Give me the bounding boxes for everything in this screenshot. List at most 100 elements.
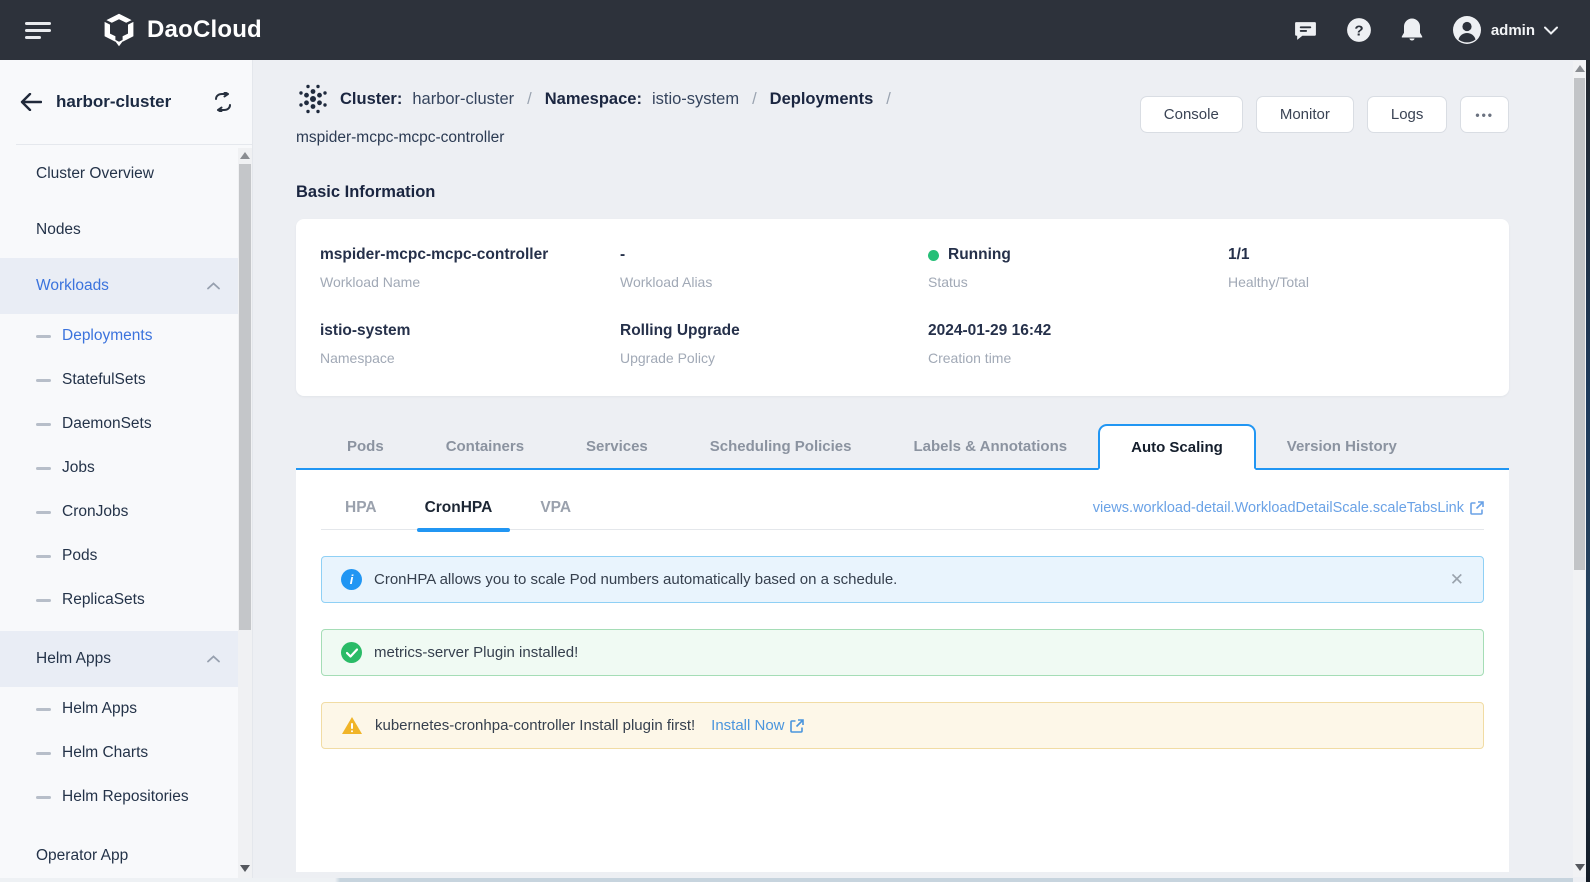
tab-version-history[interactable]: Version History [1256, 424, 1428, 468]
scrollbar-thumb[interactable] [1574, 78, 1585, 570]
dash-icon [36, 554, 51, 558]
dash-icon [36, 795, 51, 799]
subtab-vpa[interactable]: VPA [516, 486, 595, 530]
dash-icon [36, 334, 51, 338]
status-running-dot [928, 249, 939, 261]
avatar [1452, 15, 1482, 45]
user-menu[interactable]: admin [1452, 15, 1558, 45]
scale-subtabs: HPA CronHPA VPA views.workload-detail.Wo… [321, 486, 1484, 532]
breadcrumb-resource: mspider-mcpc-mcpc-controller [296, 129, 505, 146]
sidebar-group-operator-app[interactable]: Operator App [0, 828, 238, 878]
chevron-down-icon [1544, 26, 1558, 35]
switch-cluster-icon[interactable] [212, 92, 234, 112]
field-upgrade-policy: Rolling Upgrade Upgrade Policy [620, 322, 740, 366]
sidebar-header: harbor-cluster [0, 60, 252, 144]
sidebar-item-replicasets[interactable]: ReplicaSets [0, 578, 238, 622]
sidebar-item-cluster-overview[interactable]: Cluster Overview [0, 146, 238, 202]
notifications-bell-icon[interactable] [1399, 17, 1425, 43]
chevron-up-icon [207, 655, 220, 663]
tab-auto-scaling[interactable]: Auto Scaling [1098, 424, 1256, 470]
help-icon[interactable]: ? [1346, 17, 1372, 43]
info-icon: i [341, 569, 362, 590]
scale-tabs-link[interactable]: views.workload-detail.WorkloadDetailScal… [1093, 500, 1484, 516]
sidebar-group-helm-apps[interactable]: Helm Apps [0, 631, 238, 687]
sidebar-item-helm-repositories[interactable]: Helm Repositories [0, 775, 238, 819]
page-actions: Console Monitor Logs ••• [1139, 96, 1509, 147]
monitor-button[interactable]: Monitor [1255, 96, 1354, 133]
sidebar-item-deployments[interactable]: Deployments [0, 314, 238, 358]
dash-icon [36, 510, 51, 514]
dash-icon [36, 466, 51, 470]
cluster-title: harbor-cluster [56, 92, 172, 111]
back-arrow-icon[interactable] [20, 93, 42, 111]
sidebar-item-cronjobs[interactable]: CronJobs [0, 490, 238, 534]
subtab-hpa[interactable]: HPA [321, 486, 401, 530]
window-bottom-edge [0, 878, 1573, 882]
cluster-dots-icon [296, 82, 330, 116]
basic-information-card: mspider-mcpc-mcpc-controller Workload Na… [296, 219, 1509, 396]
scroll-up-icon[interactable] [240, 152, 250, 159]
sidebar-group-workloads[interactable]: Workloads [0, 258, 238, 314]
install-now-link[interactable]: Install Now [711, 717, 804, 734]
window-right-edge [1586, 0, 1590, 882]
field-creation-time: 2024-01-29 16:42 Creation time [928, 322, 1052, 366]
console-button[interactable]: Console [1139, 96, 1243, 133]
svg-text:?: ? [1354, 22, 1363, 39]
breadcrumb-cluster-value[interactable]: harbor-cluster [412, 90, 514, 109]
scroll-up-icon[interactable] [1575, 65, 1585, 72]
subtab-cronhpa[interactable]: CronHPA [401, 486, 517, 532]
field-empty [1228, 322, 1485, 366]
tab-labels-annotations[interactable]: Labels & Annotations [882, 424, 1098, 468]
logs-button[interactable]: Logs [1366, 96, 1448, 133]
tab-scheduling-policies[interactable]: Scheduling Policies [679, 424, 883, 468]
sidebar-item-helm-charts[interactable]: Helm Charts [0, 731, 238, 775]
app-header: DaoCloud ? admin [0, 0, 1590, 60]
username: admin [1490, 21, 1535, 39]
main-content: Cluster: harbor-cluster / Namespace: ist… [254, 60, 1573, 882]
menu-icon[interactable] [25, 18, 53, 43]
daocloud-logo-icon [101, 12, 137, 48]
breadcrumb-namespace-label: Namespace: [544, 89, 642, 108]
scroll-down-icon[interactable] [240, 865, 250, 872]
sidebar-item-statefulsets[interactable]: StatefulSets [0, 358, 238, 402]
tab-pods[interactable]: Pods [316, 424, 415, 468]
breadcrumb: Cluster: harbor-cluster / Namespace: ist… [296, 82, 894, 147]
sidebar-item-helm-apps[interactable]: Helm Apps [0, 687, 238, 731]
warning-alert-text: kubernetes-cronhpa-controller Install pl… [375, 717, 696, 734]
field-healthy-total: 1/1 Healthy/Total [1228, 246, 1309, 290]
dash-icon [36, 598, 51, 602]
sidebar-scrollbar[interactable] [238, 148, 252, 878]
header-actions: ? admin [1293, 15, 1558, 45]
sidebar-nav: Cluster Overview Nodes Workloads Deploym… [0, 146, 238, 878]
more-actions-button[interactable]: ••• [1460, 96, 1509, 133]
divider [16, 144, 252, 145]
field-namespace: istio-system Namespace [320, 322, 411, 366]
cronhpa-info-alert: i CronHPA allows you to scale Pod number… [321, 556, 1484, 603]
breadcrumb-section[interactable]: Deployments [770, 90, 874, 109]
brand-name: DaoCloud [147, 16, 262, 43]
close-icon[interactable]: ✕ [1450, 571, 1464, 588]
breadcrumb-cluster-label: Cluster: [340, 89, 403, 108]
status-badge: Running [948, 246, 1011, 263]
sidebar-item-jobs[interactable]: Jobs [0, 446, 238, 490]
warning-triangle-icon [341, 716, 363, 735]
tab-services[interactable]: Services [555, 424, 679, 468]
dash-icon [36, 378, 51, 382]
sidebar-item-daemonsets[interactable]: DaemonSets [0, 402, 238, 446]
page-scrollbar[interactable] [1573, 61, 1586, 877]
sidebar-item-nodes[interactable]: Nodes [0, 202, 238, 258]
field-status: Running Status [928, 246, 1011, 290]
brand-logo[interactable]: DaoCloud [101, 12, 262, 48]
external-link-icon [1470, 500, 1484, 515]
breadcrumb-namespace-value[interactable]: istio-system [652, 90, 739, 109]
cronhpa-plugin-warning-alert: kubernetes-cronhpa-controller Install pl… [321, 702, 1484, 749]
dash-icon [36, 707, 51, 711]
info-alert-text: CronHPA allows you to scale Pod numbers … [374, 571, 898, 588]
detail-tabs: Pods Containers Services Scheduling Poli… [296, 424, 1509, 470]
scrollbar-thumb[interactable] [239, 164, 251, 630]
tab-containers[interactable]: Containers [415, 424, 555, 468]
success-check-icon [341, 642, 362, 663]
messages-icon[interactable] [1293, 17, 1319, 43]
sidebar-item-pods[interactable]: Pods [0, 534, 238, 578]
scroll-down-icon[interactable] [1575, 864, 1585, 871]
